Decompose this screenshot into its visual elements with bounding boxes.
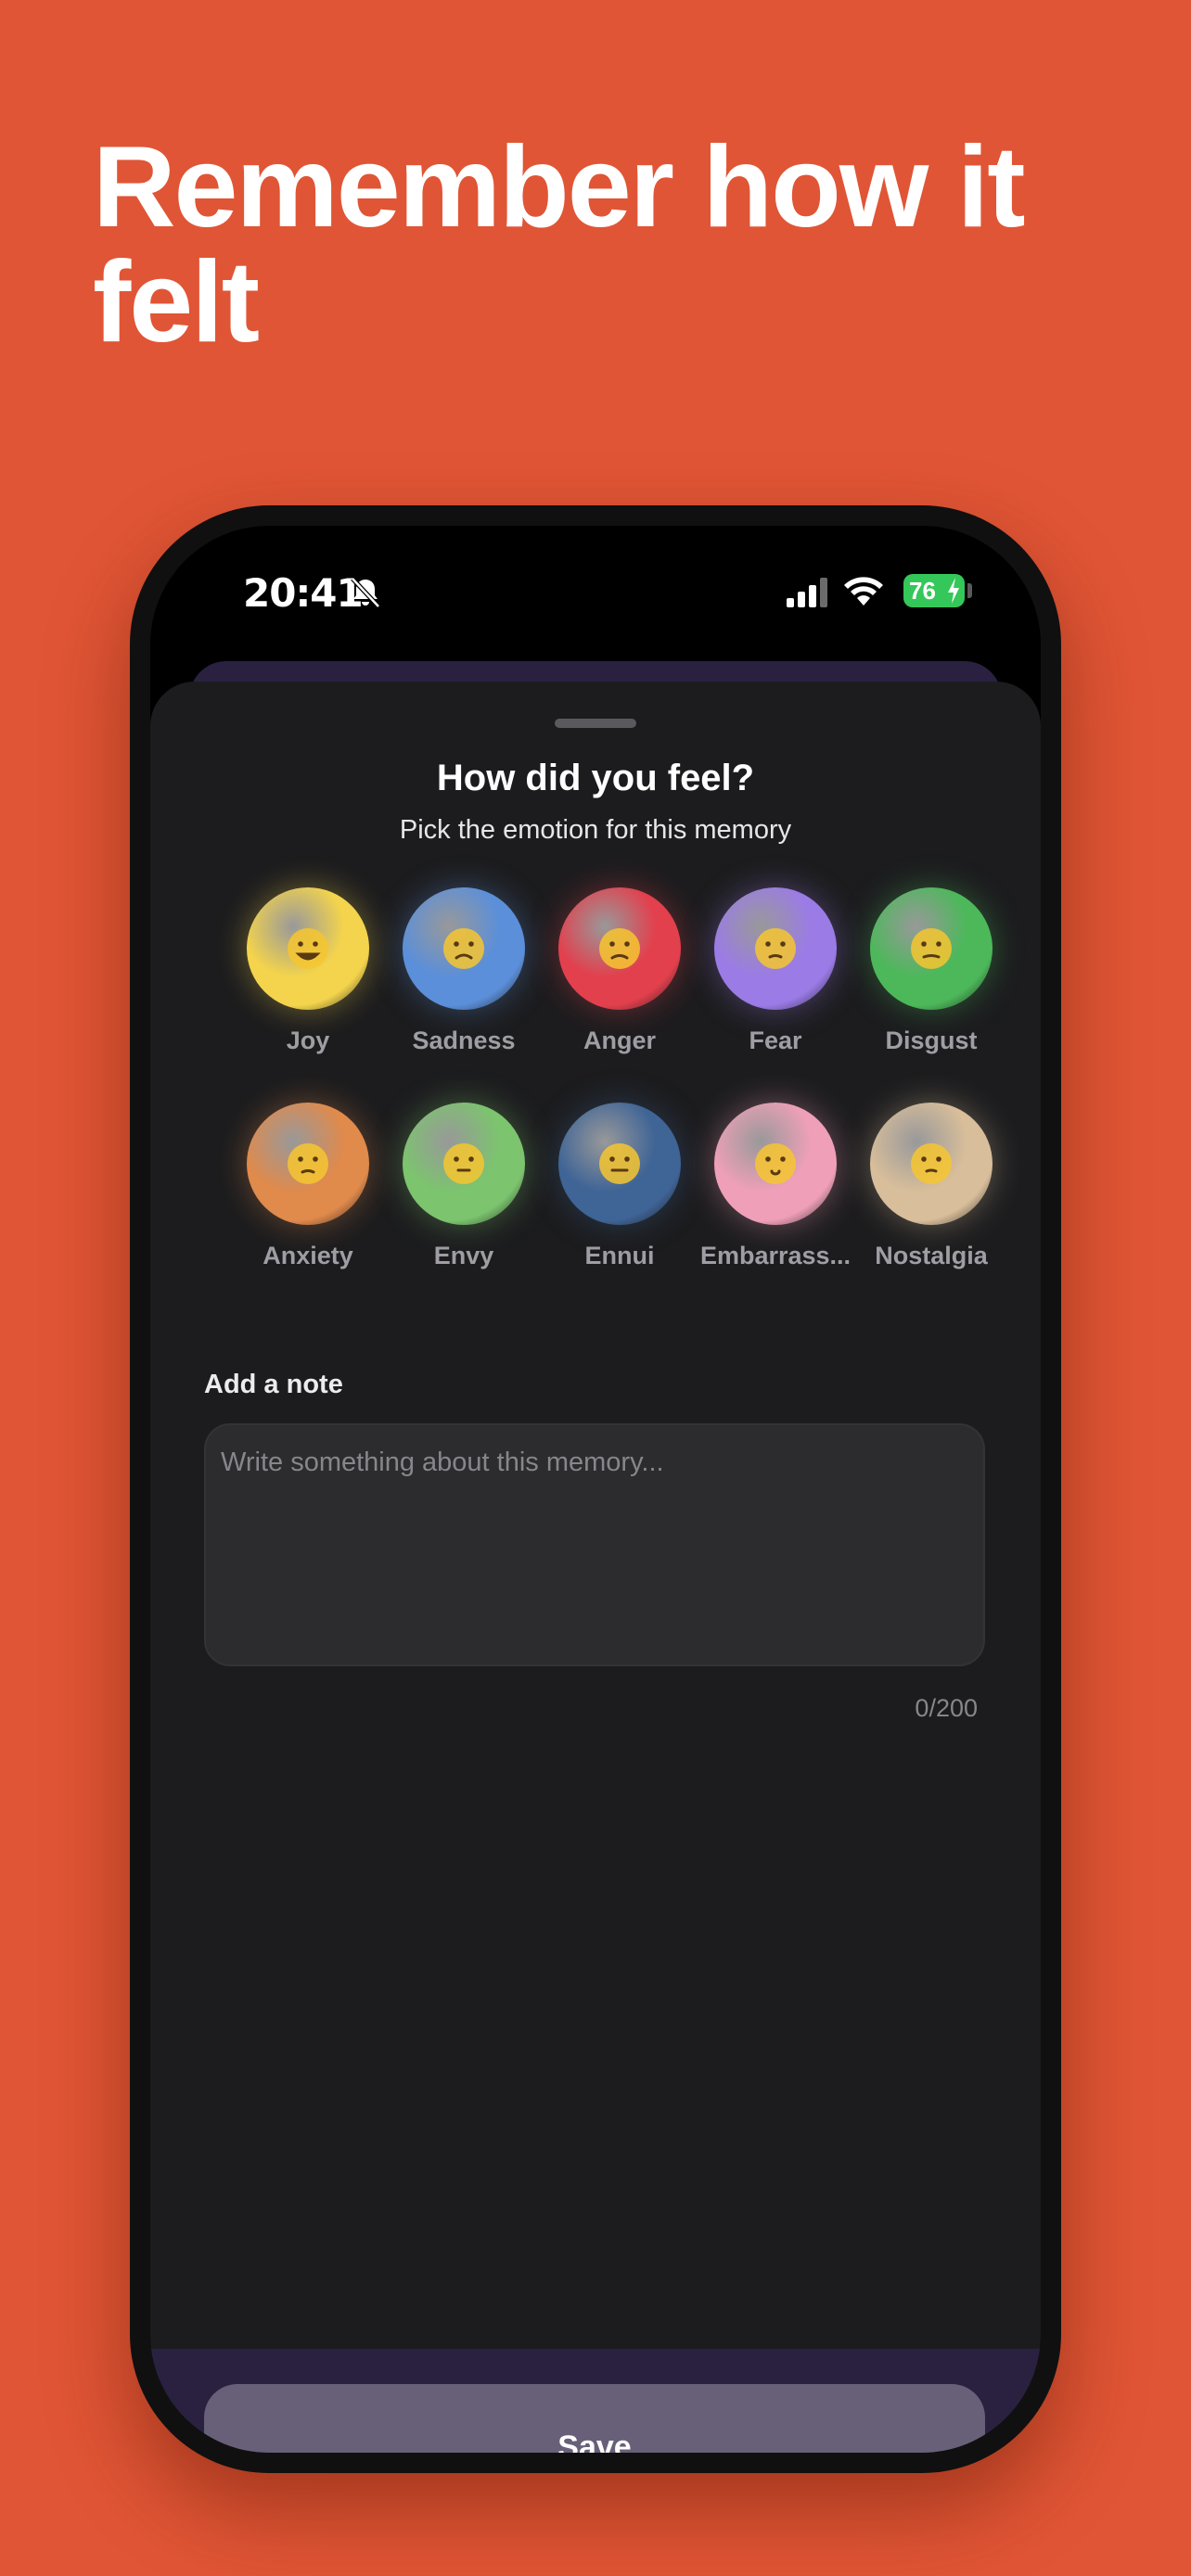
cellular-signal-icon: [787, 578, 827, 607]
wifi-icon: [844, 577, 883, 606]
emotion-orb: [558, 1103, 681, 1225]
emotion-label: Envy: [433, 1242, 494, 1269]
emotion-disgust[interactable]: Disgust: [853, 887, 1009, 1055]
emotion-label: Fear: [749, 1027, 802, 1054]
emotion-nostalgia[interactable]: Nostalgia: [853, 1103, 1009, 1270]
phone-frame: 20:41 76 How did you feel? Pick the emot…: [130, 505, 1061, 2473]
battery-level: 76: [909, 577, 936, 605]
headline: Remember how it felt: [93, 123, 1026, 366]
sheet-subtitle: Pick the emotion for this memory: [399, 815, 792, 845]
emoji-face-icon: [599, 1143, 640, 1184]
emoji-face-icon: [599, 928, 640, 969]
emotion-label: Disgust: [885, 1027, 978, 1054]
emotion-sadness[interactable]: Sadness: [386, 887, 542, 1055]
emotion-label: Sadness: [412, 1027, 516, 1054]
emotion-orb: [247, 887, 369, 1010]
emoji-face-icon: [288, 928, 328, 969]
emotion-envy[interactable]: Envy: [386, 1103, 542, 1270]
emotion-orb: [714, 887, 837, 1010]
emoji-face-icon: [911, 1143, 952, 1184]
sheet-title: How did you feel?: [436, 758, 755, 798]
emotion-joy[interactable]: Joy: [230, 887, 386, 1055]
sheet-grabber[interactable]: [555, 719, 636, 728]
emotion-anxiety[interactable]: Anxiety: [230, 1103, 386, 1270]
emotion-ennui[interactable]: Ennui: [542, 1103, 698, 1270]
save-button[interactable]: Save: [204, 2384, 985, 2453]
emotion-label: Ennui: [584, 1242, 655, 1269]
emotion-orb: [247, 1103, 369, 1225]
emotion-label: Embarrass...: [699, 1242, 852, 1269]
phone-screen: 20:41 76 How did you feel? Pick the emot…: [150, 526, 1041, 2453]
emoji-face-icon: [755, 1143, 796, 1184]
emotion-label: Anxiety: [263, 1242, 353, 1269]
emotion-label: Anger: [583, 1027, 656, 1054]
emotion-embarrass[interactable]: Embarrass...: [698, 1103, 853, 1270]
emoji-face-icon: [911, 928, 952, 969]
emotion-sheet: How did you feel? Pick the emotion for t…: [150, 682, 1041, 2453]
note-label: Add a note: [204, 1370, 343, 1399]
status-bar: 20:41 76: [150, 526, 1041, 656]
save-footer: Save: [150, 2349, 1041, 2453]
battery-cap: [967, 583, 972, 598]
emoji-face-icon: [443, 1143, 484, 1184]
emotion-label: Joy: [286, 1027, 330, 1054]
emotion-orb: [403, 887, 525, 1010]
emotion-label: Nostalgia: [875, 1242, 988, 1269]
note-input[interactable]: [204, 1423, 985, 1666]
emotion-orb: [558, 887, 681, 1010]
emoji-face-icon: [288, 1143, 328, 1184]
emotion-orb: [403, 1103, 525, 1225]
emotion-orb: [714, 1103, 837, 1225]
battery-icon: 76: [903, 574, 965, 607]
status-time: 20:41: [243, 570, 364, 616]
emoji-face-icon: [755, 928, 796, 969]
character-counter: 0/200: [915, 1694, 978, 1722]
charging-bolt-icon: [948, 578, 959, 604]
emotion-orb: [870, 1103, 992, 1225]
bell-slash-icon: [351, 577, 380, 608]
emotion-anger[interactable]: Anger: [542, 887, 698, 1055]
emotion-orb: [870, 887, 992, 1010]
emotion-fear[interactable]: Fear: [698, 887, 853, 1055]
emoji-face-icon: [443, 928, 484, 969]
